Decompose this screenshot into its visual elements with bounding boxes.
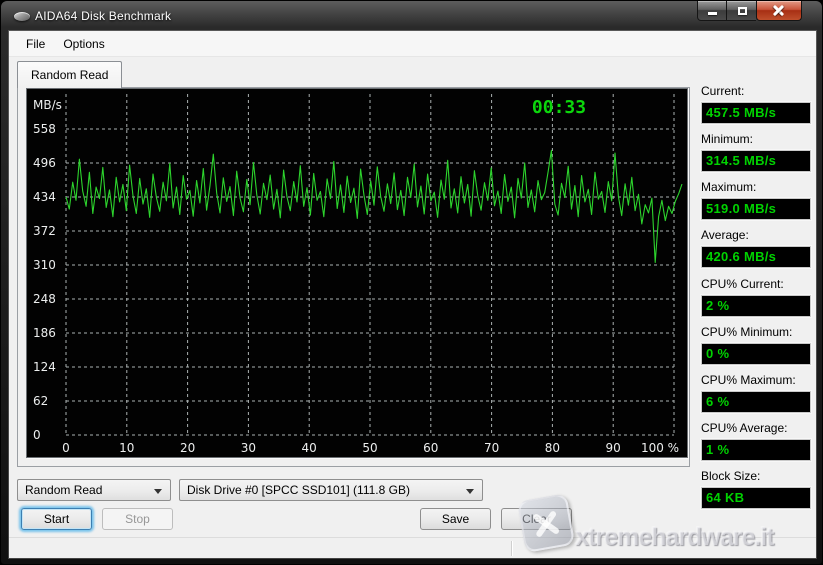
stat-value: 2 % [701, 295, 811, 317]
benchmark-chart: MB/s 558 496 434 372 310 248 186 124 62 0 0 10 20 30 40… [26, 88, 688, 458]
svg-text:60: 60 [423, 441, 438, 455]
app-window: AIDA64 Disk Benchmark File Options Rando… [0, 0, 823, 565]
stat-group: CPU% Current: 2 % [701, 277, 811, 317]
stat-label: CPU% Maximum: [701, 373, 811, 389]
svg-text:558: 558 [33, 122, 56, 136]
svg-text:10: 10 [119, 441, 134, 455]
chevron-down-icon [154, 489, 162, 494]
stat-value: 64 KB [701, 487, 811, 509]
stat-value: 0 % [701, 343, 811, 365]
svg-text:30: 30 [241, 441, 256, 455]
stat-label: Block Size: [701, 469, 811, 485]
test-type-value: Random Read [25, 483, 102, 497]
stat-group: CPU% Maximum: 6 % [701, 373, 811, 413]
test-type-select[interactable]: Random Read [17, 479, 171, 501]
maximize-button[interactable] [727, 1, 756, 21]
save-button[interactable]: Save [420, 508, 491, 530]
svg-text:90: 90 [606, 441, 621, 455]
stat-value: 1 % [701, 439, 811, 461]
title-bar[interactable]: AIDA64 Disk Benchmark [1, 1, 822, 31]
svg-text:434: 434 [33, 190, 56, 204]
chevron-down-icon [466, 489, 474, 494]
svg-text:20: 20 [180, 441, 195, 455]
stat-value: 6 % [701, 391, 811, 413]
close-button[interactable] [756, 1, 802, 21]
stop-button[interactable]: Stop [102, 508, 173, 530]
maximize-icon [738, 7, 747, 15]
svg-text:100 %: 100 % [641, 441, 679, 455]
stat-label: Average: [701, 228, 811, 244]
stat-label: CPU% Minimum: [701, 325, 811, 341]
svg-text:310: 310 [33, 258, 56, 272]
disk-drive-value: Disk Drive #0 [SPCC SSD101] (111.8 GB) [187, 483, 410, 497]
stat-group: CPU% Minimum: 0 % [701, 325, 811, 365]
stats-panel: Current: 457.5 MB/s Minimum: 314.5 MB/s Maxi… [701, 84, 811, 517]
stat-label: Maximum: [701, 180, 811, 196]
stat-group: Minimum: 314.5 MB/s [701, 132, 811, 172]
clear-button[interactable]: Clear [501, 508, 572, 530]
menu-file[interactable]: File [17, 33, 54, 55]
stat-group: Current: 457.5 MB/s [701, 84, 811, 124]
window-title: AIDA64 Disk Benchmark [35, 9, 171, 23]
tab-random-read[interactable]: Random Read [17, 61, 122, 88]
svg-text:0: 0 [33, 428, 41, 442]
stat-value: 519.0 MB/s [701, 198, 811, 220]
stat-value: 420.6 MB/s [701, 246, 811, 268]
stat-label: CPU% Average: [701, 421, 811, 437]
svg-text:186: 186 [33, 326, 56, 340]
close-icon [772, 4, 785, 17]
disk-icon [14, 12, 30, 21]
svg-text:372: 372 [33, 224, 56, 238]
status-separator [511, 541, 512, 556]
stat-group: Maximum: 519.0 MB/s [701, 180, 811, 220]
svg-text:70: 70 [484, 441, 499, 455]
svg-text:62: 62 [33, 394, 48, 408]
stat-label: CPU% Current: [701, 277, 811, 293]
minimize-button[interactable] [697, 1, 727, 21]
stat-group: Block Size: 64 KB [701, 469, 811, 509]
svg-text:496: 496 [33, 156, 56, 170]
stat-group: Average: 420.6 MB/s [701, 228, 811, 268]
stat-value: 314.5 MB/s [701, 150, 811, 172]
svg-text:248: 248 [33, 292, 56, 306]
svg-text:50: 50 [362, 441, 377, 455]
stat-label: Minimum: [701, 132, 811, 148]
client-area: File Options Random Read MB/s 558 496 434 37… [9, 31, 816, 558]
status-bar [9, 537, 816, 558]
stat-label: Current: [701, 84, 811, 100]
minimize-icon [708, 12, 717, 15]
svg-text:00:33: 00:33 [532, 97, 586, 118]
disk-drive-select[interactable]: Disk Drive #0 [SPCC SSD101] (111.8 GB) [179, 479, 483, 501]
menu-bar: File Options [9, 31, 816, 57]
svg-text:40: 40 [302, 441, 317, 455]
start-button[interactable]: Start [21, 508, 92, 530]
svg-text:MB/s: MB/s [33, 98, 62, 112]
stat-value: 457.5 MB/s [701, 102, 811, 124]
menu-options[interactable]: Options [54, 33, 113, 55]
svg-text:0: 0 [62, 441, 70, 455]
svg-text:80: 80 [545, 441, 560, 455]
stat-group: CPU% Average: 1 % [701, 421, 811, 461]
svg-text:124: 124 [33, 360, 56, 374]
